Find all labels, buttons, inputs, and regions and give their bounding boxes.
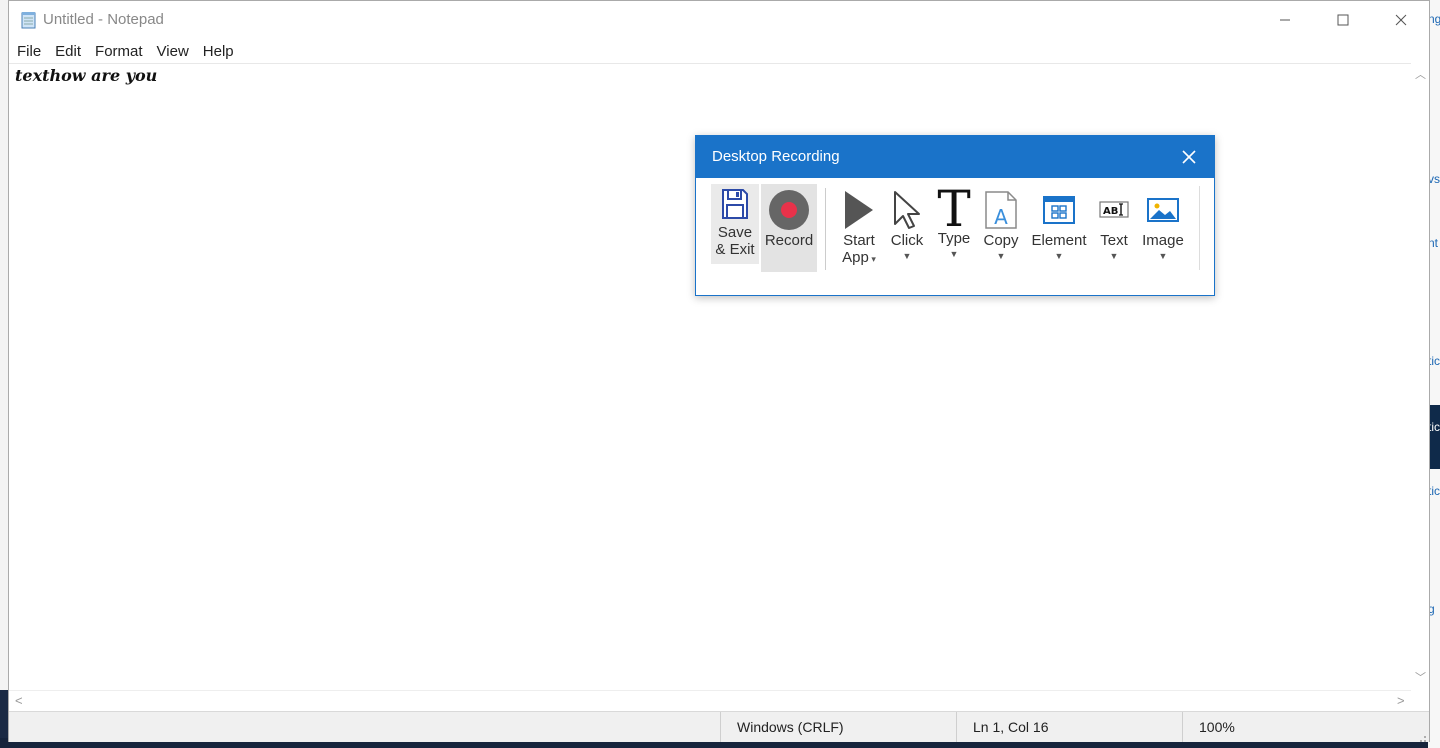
menu-edit[interactable]: Edit bbox=[49, 41, 87, 63]
chevron-down-icon[interactable]: ▼ bbox=[997, 251, 1006, 261]
menu-view[interactable]: View bbox=[151, 41, 195, 63]
click-label: Click bbox=[890, 232, 924, 249]
horizontal-scrollbar[interactable]: < > bbox=[9, 690, 1411, 711]
chevron-down-icon[interactable]: ▼ bbox=[1055, 251, 1064, 261]
record-button[interactable]: Record bbox=[761, 184, 817, 272]
start-app-label-2: App ▾ bbox=[842, 249, 876, 266]
chevron-down-icon[interactable]: ▼ bbox=[950, 249, 959, 259]
document-text[interactable]: texthow are you bbox=[15, 66, 157, 85]
element-button[interactable]: Element ▼ bbox=[1029, 184, 1089, 261]
scroll-down-icon[interactable]: ﹀ bbox=[1415, 669, 1426, 685]
dialog-title-bar[interactable]: Desktop Recording bbox=[696, 136, 1214, 178]
maximize-button[interactable] bbox=[1314, 1, 1372, 39]
menu-help[interactable]: Help bbox=[197, 41, 240, 63]
menu-bar: File Edit Format View Help bbox=[9, 41, 240, 63]
element-label: Element bbox=[1031, 232, 1087, 249]
type-label: Type bbox=[937, 230, 971, 247]
maximize-icon bbox=[1337, 14, 1349, 26]
image-button[interactable]: Image ▼ bbox=[1140, 184, 1186, 261]
recording-toolbar: Save & Exit Record Start App ▾ Click ▼ T… bbox=[696, 178, 1214, 295]
scroll-up-icon[interactable]: ︿ bbox=[1415, 66, 1426, 82]
dialog-title: Desktop Recording bbox=[712, 148, 840, 165]
status-bar: Windows (CRLF) Ln 1, Col 16 100% bbox=[9, 711, 1429, 742]
save-exit-label-1: Save bbox=[717, 224, 753, 241]
menu-file[interactable]: File bbox=[11, 41, 47, 63]
close-button[interactable] bbox=[1372, 1, 1430, 39]
play-icon bbox=[843, 188, 875, 232]
element-icon bbox=[1043, 188, 1075, 232]
status-line-ending: Windows (CRLF) bbox=[720, 712, 955, 742]
svg-text:A: A bbox=[994, 205, 1008, 229]
svg-text:T: T bbox=[937, 186, 970, 230]
notepad-app-icon bbox=[21, 11, 37, 29]
type-button[interactable]: T Type ▼ bbox=[933, 184, 975, 259]
chevron-down-icon[interactable]: ▼ bbox=[1110, 251, 1119, 261]
record-icon bbox=[768, 188, 810, 232]
svg-text:AB: AB bbox=[1103, 206, 1118, 217]
toolbar-separator bbox=[1199, 186, 1200, 270]
minimize-icon bbox=[1280, 19, 1290, 21]
chevron-down-icon[interactable]: ▼ bbox=[903, 251, 912, 261]
text-label: Text bbox=[1100, 232, 1128, 249]
toolbar-separator bbox=[825, 188, 826, 270]
resize-grip-icon[interactable] bbox=[1417, 730, 1427, 742]
vertical-scrollbar[interactable]: ︿ ﹀ bbox=[1411, 63, 1429, 690]
minimize-button[interactable] bbox=[1256, 1, 1314, 39]
save-exit-button[interactable]: Save & Exit bbox=[711, 184, 759, 264]
image-icon bbox=[1147, 188, 1179, 232]
copy-button[interactable]: A Copy ▼ bbox=[980, 184, 1022, 261]
scroll-right-icon[interactable]: > bbox=[1397, 693, 1405, 708]
notepad-window: Untitled - Notepad File Edit Format View… bbox=[8, 0, 1430, 742]
text-button[interactable]: AB Text ▼ bbox=[1094, 184, 1134, 261]
scroll-left-icon[interactable]: < bbox=[15, 693, 23, 708]
status-cursor-position: Ln 1, Col 16 bbox=[956, 712, 1175, 742]
close-icon bbox=[1182, 150, 1196, 164]
start-app-button[interactable]: Start App ▾ bbox=[835, 184, 883, 268]
menu-format[interactable]: Format bbox=[89, 41, 149, 63]
save-exit-label-2: & Exit bbox=[715, 241, 755, 258]
status-zoom: 100% bbox=[1182, 712, 1379, 742]
close-icon bbox=[1395, 14, 1407, 26]
cursor-icon bbox=[892, 188, 922, 232]
title-bar[interactable]: Untitled - Notepad bbox=[9, 1, 1429, 39]
copy-label: Copy bbox=[983, 232, 1019, 249]
copy-icon: A bbox=[984, 188, 1018, 232]
chevron-down-icon[interactable]: ▼ bbox=[1159, 251, 1168, 261]
window-title: Untitled - Notepad bbox=[43, 11, 164, 28]
dialog-close-button[interactable] bbox=[1178, 146, 1200, 168]
text-field-icon: AB bbox=[1099, 188, 1129, 232]
type-icon: T bbox=[935, 186, 973, 230]
click-button[interactable]: Click ▼ bbox=[885, 184, 929, 261]
record-label: Record bbox=[764, 232, 814, 249]
start-app-label-1: Start bbox=[843, 232, 875, 249]
image-label: Image bbox=[1142, 232, 1184, 249]
desktop-recording-dialog: Desktop Recording Save & Exit Record Sta… bbox=[695, 135, 1215, 296]
floppy-disk-icon bbox=[721, 184, 749, 224]
